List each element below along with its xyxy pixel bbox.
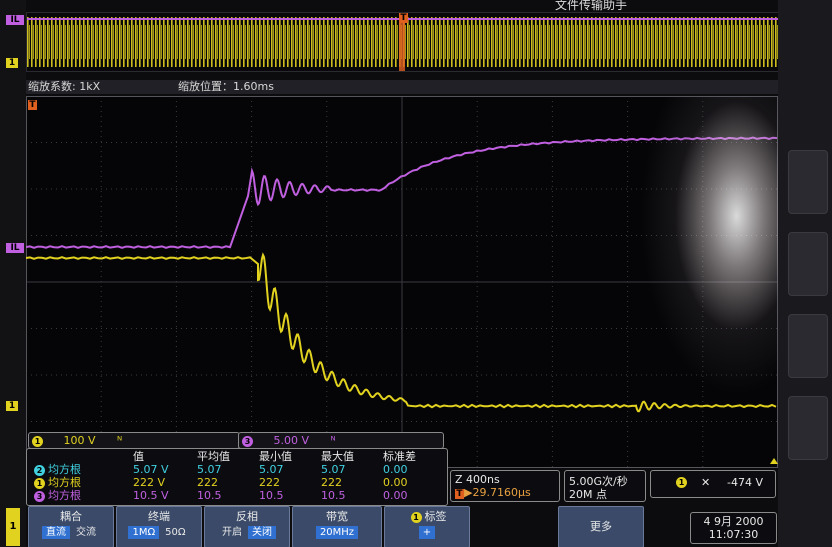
cell-max: 5.07 (321, 463, 346, 476)
right-bezel (778, 0, 832, 547)
label-title-row: 1 标签 (385, 509, 469, 525)
side-button-1[interactable] (788, 150, 828, 214)
ch1-badge: 1 (32, 435, 43, 447)
invert-softkey[interactable]: 反相 开启 关闭 (204, 506, 290, 547)
ch3-row-badge: 3 (34, 490, 45, 502)
more-title: 更多 (590, 520, 612, 533)
cell-min: 10.5 (259, 489, 284, 502)
ch1-scale: 100 V (63, 434, 96, 447)
bandwidth-softkey[interactable]: 带宽 20MHz (292, 506, 382, 547)
ch3-badge: 3 (242, 435, 253, 447)
trigger-level: -474 V (727, 476, 763, 489)
trigger-slope-icon: ✕ (701, 476, 711, 489)
coupling-title: 耦合 (60, 510, 82, 523)
cell-max: 222 (321, 476, 342, 489)
cell-mean: 222 (197, 476, 218, 489)
label-plus-icon[interactable]: + (418, 526, 436, 539)
termination-softkey[interactable]: 终端 1MΩ 50Ω (116, 506, 202, 547)
ch3-coupling-icon: ᴺ (330, 434, 336, 447)
measurement-table: 值 平均值 最小值 最大值 标准差 2 均方根 5.07 V 5.07 5.07 … (26, 448, 448, 506)
invert-title: 反相 (236, 510, 258, 523)
termination-1m-option[interactable]: 1MΩ (128, 526, 160, 539)
ch3-ground-marker: IL (6, 243, 24, 253)
side-button-2[interactable] (788, 232, 828, 296)
side-button-3[interactable] (788, 314, 828, 378)
time: 11:07:30 (708, 528, 759, 541)
horizontal-scale: Z 400ns (455, 473, 500, 486)
acquisition-info[interactable]: 5.00G次/秒 20M 点 (564, 470, 646, 502)
horizontal-position-value: ▶29.7160µs (464, 486, 531, 499)
ch1-row-badge: 1 (34, 477, 45, 489)
date: 4 9月 2000 (703, 515, 764, 528)
ch1-scale-box[interactable]: 1 100 V ᴺ (28, 432, 240, 449)
oscilloscope-screen: IL 1 IL 1 1 文件传输助手 T 缩放系数: 1kX 缩放位置：1.60… (0, 0, 832, 547)
softkey-bar: 耦合 直流 交流 终端 1MΩ 50Ω 反相 开启 关闭 带宽 20MHz 1 标签 +… (26, 504, 778, 547)
trigger-position-marker: T (28, 100, 37, 110)
row-name: 均方根 (48, 476, 81, 489)
ch2-row-badge: 2 (34, 464, 45, 476)
termination-title: 终端 (148, 510, 170, 523)
record-length: 20M 点 (569, 488, 607, 501)
ch1-side-tab[interactable]: 1 (6, 508, 20, 546)
invert-on-option[interactable]: 开启 (218, 526, 246, 539)
channel-scale-bar: 1 100 V ᴺ 3 5.00 V ᴺ (26, 432, 446, 449)
meas-header-value: 值 (133, 450, 144, 463)
cell-max: 10.5 (321, 489, 346, 502)
cell-mean: 10.5 (197, 489, 222, 502)
table-row: 2 均方根 (31, 464, 81, 476)
zoom-header: 缩放系数: 1kX 缩放位置：1.60ms (26, 80, 778, 94)
horizontal-position: T▶29.7160µs (455, 486, 531, 499)
label-softkey[interactable]: 1 标签 + (384, 506, 470, 547)
cell-value: 5.07 V (133, 463, 169, 476)
cell-min: 5.07 (259, 463, 284, 476)
overlay-title: 文件传输助手 (555, 0, 628, 12)
left-bezel: IL 1 IL 1 1 (0, 0, 26, 547)
coupling-ac-option[interactable]: 交流 (72, 526, 100, 539)
trigger-source-badge: 1 (676, 477, 687, 488)
termination-50-option[interactable]: 50Ω (161, 526, 189, 539)
ch1-coupling-icon: ᴺ (117, 434, 123, 447)
meas-header-std: 标准差 (383, 450, 416, 463)
table-row: 3 均方根 (31, 490, 81, 502)
horizontal-info[interactable]: Z 400ns T▶29.7160µs (450, 470, 560, 502)
ch1-waveform (25, 252, 777, 413)
waveform-plot: T (25, 96, 778, 468)
cell-mean: 5.07 (197, 463, 222, 476)
label-ch-badge: 1 (410, 511, 422, 523)
bandwidth-value[interactable]: 20MHz (315, 526, 359, 539)
overview-ch1-marker: 1 (6, 58, 18, 68)
cell-std: 0.00 (383, 476, 408, 489)
invert-off-option[interactable]: 关闭 (248, 526, 276, 539)
overview-ch3-marker: IL (6, 15, 24, 25)
ch1-ref-arrow-icon (770, 458, 778, 464)
waveform-grid (25, 96, 778, 468)
row-name: 均方根 (48, 463, 81, 476)
ch3-scale: 5.00 V (273, 434, 310, 447)
bandwidth-title: 带宽 (326, 510, 348, 523)
ch3-scale-box[interactable]: 3 5.00 V ᴺ (238, 432, 444, 449)
meas-header-min: 最小值 (259, 450, 292, 463)
ch1-ground-marker: 1 (6, 401, 18, 411)
cell-std: 0.00 (383, 463, 408, 476)
side-button-4[interactable] (788, 396, 828, 460)
label-title: 标签 (424, 510, 447, 523)
table-row: 1 均方根 (31, 477, 81, 489)
cell-std: 0.00 (383, 489, 408, 502)
zoom-factor: 缩放系数: 1kX (28, 80, 101, 93)
cell-value: 10.5 V (133, 489, 169, 502)
overview-waveform: T (26, 12, 780, 72)
trigger-info[interactable]: 1 ✕ -474 V (650, 470, 776, 498)
trigger-icon: T (455, 489, 464, 499)
zoom-position: 缩放位置：1.60ms (178, 80, 274, 93)
more-softkey[interactable]: 更多 (558, 506, 644, 547)
cell-value: 222 V (133, 476, 166, 489)
meas-header-max: 最大值 (321, 450, 354, 463)
coupling-softkey[interactable]: 耦合 直流 交流 (28, 506, 114, 547)
coupling-dc-option[interactable]: 直流 (42, 526, 70, 539)
datetime-display: 4 9月 2000 11:07:30 (690, 512, 777, 544)
row-name: 均方根 (48, 489, 81, 502)
overview-trigger-marker: T (399, 13, 408, 23)
meas-header-mean: 平均值 (197, 450, 230, 463)
cell-min: 222 (259, 476, 280, 489)
